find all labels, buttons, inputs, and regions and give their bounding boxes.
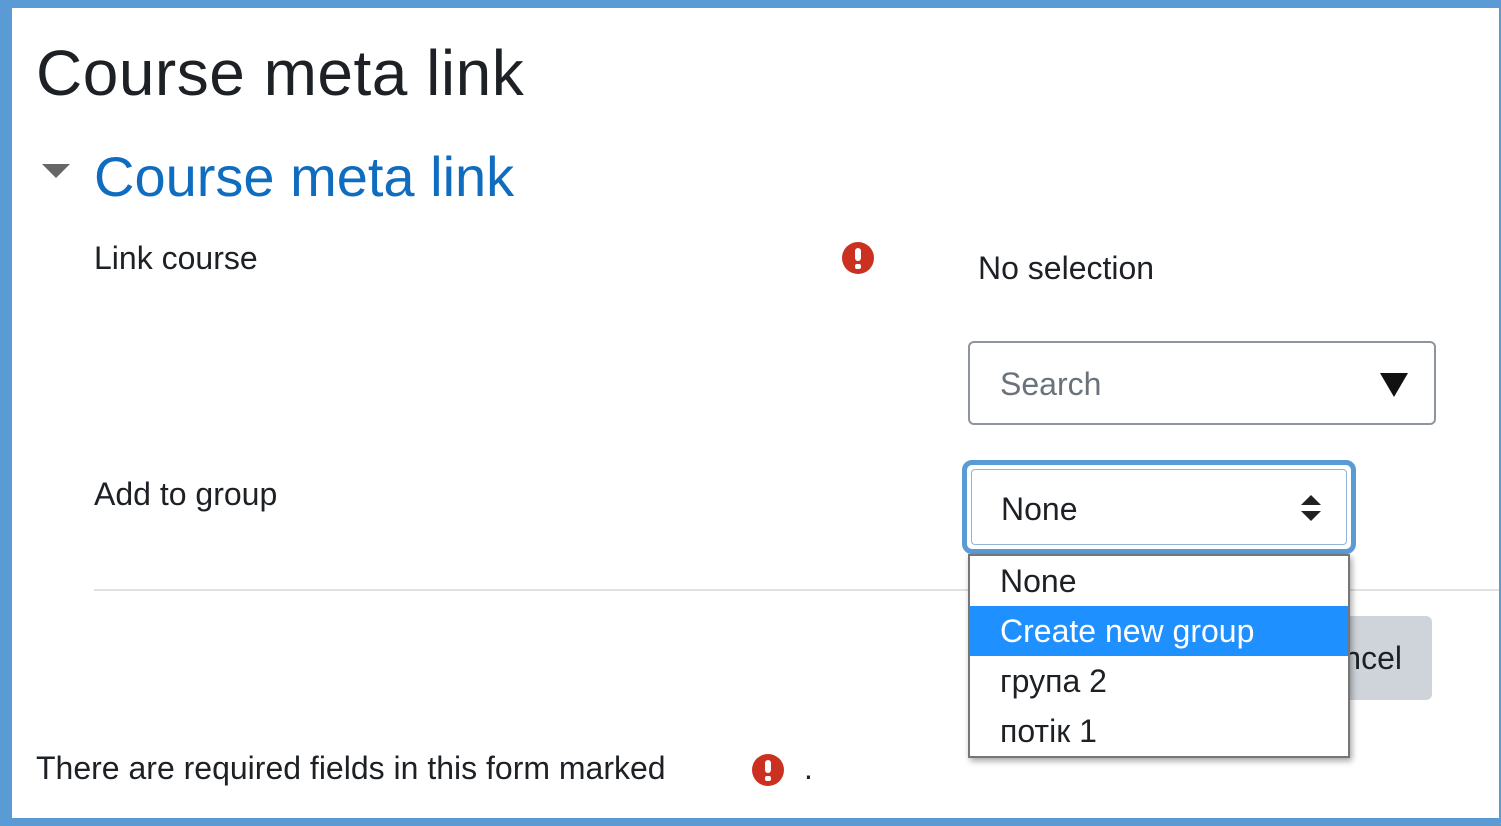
select-updown-icon (1301, 495, 1321, 521)
add-to-group-label: Add to group (94, 476, 278, 512)
no-selection-text: No selection (978, 250, 1155, 286)
option-create-new-group[interactable]: Create new group (970, 606, 1348, 656)
collapse-caret-icon[interactable] (42, 164, 70, 178)
course-search-combobox[interactable] (968, 341, 1436, 425)
option-group-2[interactable]: група 2 (970, 656, 1348, 706)
required-icon (842, 242, 874, 274)
option-stream-1[interactable]: потік 1 (970, 706, 1348, 756)
group-select[interactable]: None (962, 460, 1356, 554)
section-title[interactable]: Course meta link (94, 144, 514, 209)
search-input[interactable] (972, 345, 1382, 423)
group-select-value: None (1001, 491, 1078, 527)
footer-period: . (804, 750, 813, 786)
link-course-label: Link course (94, 240, 258, 276)
option-none[interactable]: None (970, 556, 1348, 606)
group-options-list: None Create new group група 2 потік 1 (968, 554, 1350, 758)
form-frame: Course meta link Course meta link Link c… (12, 8, 1499, 818)
required-fields-note: There are required fields in this form m… (36, 750, 666, 786)
page-title: Course meta link (36, 37, 525, 109)
required-icon-footer (752, 754, 784, 786)
dropdown-arrow-icon[interactable] (1380, 373, 1408, 397)
